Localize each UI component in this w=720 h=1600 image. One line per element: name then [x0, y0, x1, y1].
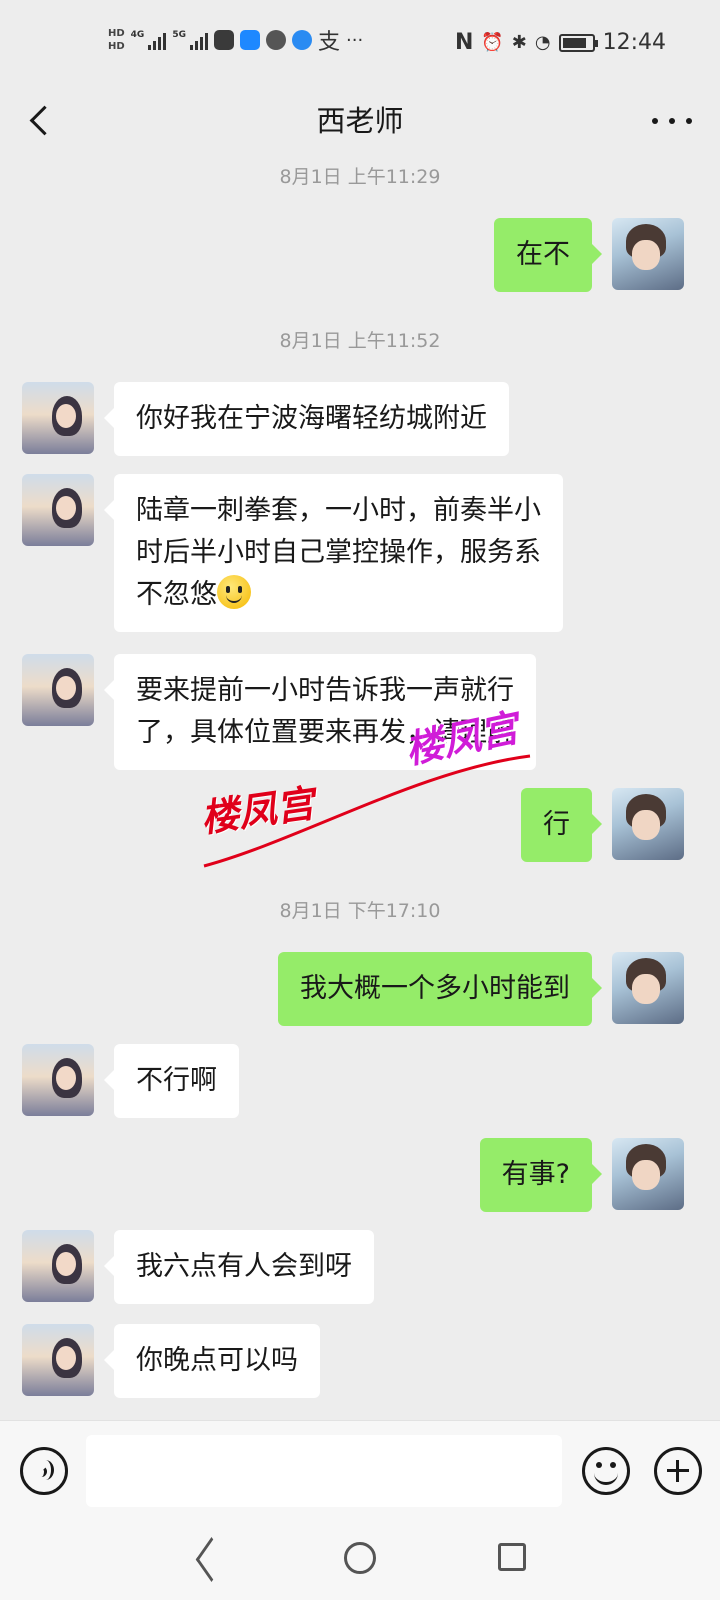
timestamp: 8月1日 上午11:29: [279, 166, 441, 188]
voice-input-icon[interactable]: [20, 1447, 68, 1495]
signal-2-icon: 5G: [172, 30, 208, 50]
contact-avatar[interactable]: [22, 1044, 94, 1116]
message-received: 不行啊: [22, 1044, 239, 1118]
more-notifications-icon: ···: [346, 29, 364, 51]
timestamp: 8月1日 上午11:52: [279, 330, 441, 352]
message-line: 陆章一刺拳套，一小时，前奏半小: [136, 495, 541, 526]
emoji-icon[interactable]: [582, 1447, 630, 1495]
alarm-icon: ⏰: [481, 32, 504, 53]
chat-title: 西老师: [316, 104, 404, 138]
system-navigation-bar: [0, 1520, 720, 1600]
signal-1-icon: 4G: [131, 30, 167, 50]
message-line: 要来提前一小时告诉我一声就行: [136, 675, 514, 706]
contact-avatar[interactable]: [22, 1230, 94, 1302]
message-bubble[interactable]: 在不: [494, 218, 602, 292]
message-bubble[interactable]: 你晚点可以吗: [104, 1324, 320, 1398]
message-received: 陆章一刺拳套，一小时，前奏半小 时后半小时自己掌控操作，服务系 不忽悠: [22, 474, 563, 632]
clock: 12:44: [602, 30, 666, 55]
message-bubble[interactable]: 我六点有人会到呀: [104, 1230, 374, 1304]
nav-back-icon[interactable]: [190, 1540, 226, 1576]
message-sent: 我大概一个多小时能到: [278, 952, 684, 1026]
message-sent: 在不: [494, 218, 684, 292]
message-input[interactable]: [86, 1435, 562, 1507]
contact-avatar[interactable]: [22, 474, 94, 546]
message-bubble[interactable]: 陆章一刺拳套，一小时，前奏半小 时后半小时自己掌控操作，服务系 不忽悠: [104, 474, 563, 632]
message-bubble[interactable]: 你好我在宁波海曙轻纺城附近: [104, 382, 509, 456]
contact-avatar[interactable]: [22, 382, 94, 454]
speed-icon: ◔: [534, 32, 551, 53]
message-received: 你晚点可以吗: [22, 1324, 320, 1398]
my-avatar[interactable]: [612, 218, 684, 290]
status-left: HD HD 4G 5G 支 ···: [108, 24, 363, 56]
lightbulb-icon: [239, 30, 260, 50]
message-bubble[interactable]: 行: [521, 788, 602, 862]
nfc-icon: N: [454, 30, 474, 55]
message-line: 时后半小时自己掌控操作，服务系: [136, 537, 541, 568]
message-line: 不忽悠: [136, 579, 217, 610]
huawei-icon: [213, 30, 234, 50]
message-sent: 行: [521, 788, 684, 862]
timestamp: 8月1日 下午17:10: [279, 900, 441, 922]
message-sent: 有事?: [479, 1138, 684, 1212]
message-received: 你好我在宁波海曙轻纺城附近: [22, 382, 509, 456]
my-avatar[interactable]: [612, 952, 684, 1024]
input-bar: [0, 1420, 720, 1520]
message-bubble[interactable]: 我大概一个多小时能到: [278, 952, 602, 1026]
message-received: 我六点有人会到呀: [22, 1230, 374, 1304]
plus-icon[interactable]: [654, 1447, 702, 1495]
chat-header: 西老师: [0, 90, 720, 160]
smile-emoji-icon: [217, 575, 251, 609]
alipay-icon: 支: [317, 30, 340, 55]
chat-bubble-icon: [265, 30, 286, 50]
message-bubble[interactable]: 不行啊: [104, 1044, 239, 1118]
browser-icon: [291, 30, 312, 50]
hd2-label: HD: [108, 41, 125, 52]
contact-avatar[interactable]: [22, 654, 94, 726]
nav-recents-icon[interactable]: [498, 1543, 526, 1571]
hd1-label: HD: [108, 28, 125, 39]
status-bar: HD HD 4G 5G 支 ··· N ⏰ ✱ ◔ 12:44: [0, 0, 720, 90]
chat-messages[interactable]: 8月1日 上午11:29 在不 8月1日 上午11:52 你好我在宁波海曙轻纺城…: [0, 160, 720, 1420]
battery-icon: [558, 33, 598, 52]
my-avatar[interactable]: [612, 1138, 684, 1210]
status-right: N ⏰ ✱ ◔ 12:44: [455, 30, 666, 55]
nav-home-icon[interactable]: [344, 1542, 376, 1574]
my-avatar[interactable]: [612, 788, 684, 860]
bluetooth-icon: ✱: [511, 32, 527, 53]
more-options-icon[interactable]: [652, 106, 692, 136]
message-bubble[interactable]: 有事?: [479, 1138, 603, 1212]
hd-indicator: HD HD: [108, 27, 125, 53]
contact-avatar[interactable]: [22, 1324, 94, 1396]
